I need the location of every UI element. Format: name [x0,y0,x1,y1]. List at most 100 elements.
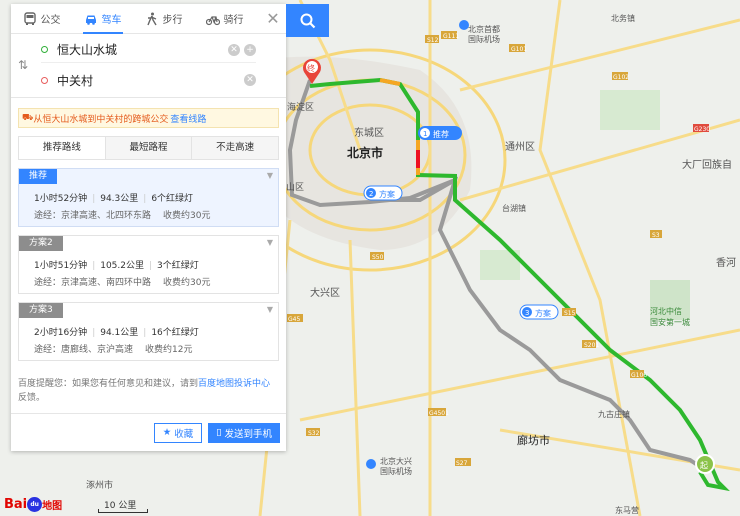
notice-text: 从恒大山水城到中关村的跨城公交 [33,114,169,125]
svg-text:推荐: 推荐 [433,129,449,139]
svg-text:起: 起 [700,461,708,470]
svg-text:2: 2 [369,190,373,198]
svg-text:国安第一城: 国安第一城 [650,317,690,327]
svg-text:大厂回族自: 大厂回族自 [682,158,732,171]
view-line-link[interactable]: 查看线路 [170,112,206,125]
baidu-map-logo[interactable]: Bai du 地图 [4,494,62,514]
svg-text:G111: G111 [443,33,459,40]
svg-text:河北中信: 河北中信 [650,306,682,316]
add-waypoint-icon[interactable]: + [244,43,256,56]
plan-time: 2小时16分钟 [34,328,88,338]
plan-via: 途经：唐廊线、京沪高速 收费约12元 [34,342,192,355]
svg-text:S27: S27 [456,460,468,467]
end-dot-icon [41,76,48,84]
route-results: ⛟ 从恒大山水城到中关村的跨城公交 查看线路 推荐路线 最短路程 不走高速 推荐… [11,98,286,413]
route-plan-3[interactable]: 方案3 ▼ 2小时16分钟 | 94.1公里 | 16个红绿灯 途经：唐廊线、京沪高速 收… [18,302,279,361]
svg-text:3: 3 [525,309,529,317]
svg-text:S15: S15 [564,310,576,317]
airport-icon [366,459,376,469]
svg-text:S32: S32 [308,430,320,437]
chevron-down-icon[interactable]: ▼ [267,171,273,180]
route-preference-tabs: 推荐路线 最短路程 不走高速 [18,136,279,160]
svg-text:S12: S12 [427,37,439,44]
bus-icon [23,11,36,25]
svg-text:海淀区: 海淀区 [287,101,314,113]
tab-no-highway[interactable]: 不走高速 [192,137,279,159]
route-panel: 公交 驾车 步行 骑行 ✕ ⇅ 恒大山水城 ✕ + 中关村 ✕ ⛟ 从恒大山水城… [11,4,286,451]
airport-icon [459,20,469,30]
walk-icon [146,12,157,25]
plan-distance: 105.2公里 [100,261,144,271]
plan-via: 途经：京津高速、北四环东路 收费约30元 [34,208,210,221]
route-label-plan2[interactable]: 2 方案 [363,185,403,201]
start-marker[interactable]: 起 [695,454,715,474]
svg-text:G101: G101 [511,46,527,53]
logo-text: Bai [4,496,28,512]
svg-text:国际机场: 国际机场 [380,466,412,476]
plan-lights: 16个红绿灯 [151,328,199,338]
svg-text:北京大兴: 北京大兴 [380,456,412,466]
map-scale: 10 公里 [98,498,148,513]
mode-bus-label: 公交 [40,15,61,26]
plan-via-text: 途经：京津高速、北四环东路 [34,211,152,221]
svg-text:G4501: G4501 [429,410,449,417]
plan-time: 1小时51分钟 [34,261,88,271]
tab-recommended[interactable]: 推荐路线 [19,137,106,159]
send-to-phone-button[interactable]: ▯ 发送到手机 [208,422,280,443]
svg-text:北务镇: 北务镇 [611,13,635,23]
start-input[interactable]: 恒大山水城 [57,41,224,58]
search-icon [300,13,315,28]
chevron-down-icon[interactable]: ▼ [267,305,273,314]
start-row[interactable]: 恒大山水城 ✕ + [41,37,256,63]
chevron-down-icon[interactable]: ▼ [267,238,273,247]
route-label-plan3[interactable]: 3 方案 [519,304,559,320]
send-label: 发送到手机 [224,428,272,440]
svg-text:东马营: 东马营 [615,505,639,515]
svg-text:G106: G106 [631,372,647,379]
route-inputs: ⇅ 恒大山水城 ✕ + 中关村 ✕ [11,34,286,98]
svg-text:台湖镇: 台湖镇 [502,203,526,213]
route-plan-1[interactable]: 推荐 ▼ 1小时52分钟 | 94.3公里 | 6个红绿灯 途经：京津高速、北四环东路 收… [18,168,279,227]
plan-toll: 收费约30元 [163,211,211,221]
plan-lights: 6个红绿灯 [151,194,194,204]
svg-text:S50: S50 [372,254,384,261]
plan-distance: 94.3公里 [100,194,139,204]
bike-icon [205,15,220,25]
svg-text:大兴区: 大兴区 [310,286,340,299]
plan-summary: 1小时52分钟 | 94.3公里 | 6个红绿灯 [34,194,194,204]
star-icon: ★ [162,427,172,438]
end-row[interactable]: 中关村 ✕ [41,67,256,93]
end-input[interactable]: 中关村 [57,72,240,89]
swap-icon[interactable]: ⇅ [18,58,32,72]
plan-tag: 方案2 [19,236,63,251]
plan-via-text: 途经：唐廊线、京沪高速 [34,345,134,355]
mode-bike[interactable]: 骑行 [194,4,255,34]
plan-lights: 3个红绿灯 [157,261,199,271]
route-label-recommend[interactable]: 1 推荐 [418,126,462,140]
mode-car-label: 驾车 [101,15,122,26]
svg-text:涿州市: 涿州市 [86,479,113,491]
search-button[interactable] [286,4,329,37]
start-dot-icon [41,46,48,53]
complaint-center-link[interactable]: 百度地图投诉中心 [198,379,270,389]
mode-car[interactable]: 驾车 [72,4,133,34]
close-button[interactable]: ✕ [264,10,282,28]
bus-small-icon: ⛟ [22,112,34,123]
scale-bar [98,509,148,513]
tip-text: 百度提醒您：如果您有任何意见和建议，请到 [18,379,199,389]
clear-start-icon[interactable]: ✕ [228,43,240,56]
svg-text:九古庄镇: 九古庄镇 [598,409,630,419]
clear-end-icon[interactable]: ✕ [244,74,256,86]
favorite-button[interactable]: ★ 收藏 [153,422,203,443]
tip-suffix: 反馈。 [18,393,46,403]
svg-text:东城区: 东城区 [354,126,384,139]
mode-walk[interactable]: 步行 [133,4,194,34]
plan-toll: 收费约12元 [145,345,193,355]
plan-via: 途经：京津高速、南四环中路 收费约30元 [34,275,210,288]
logo-du: du [27,496,43,512]
plan-tag: 推荐 [19,169,58,184]
plan-via-text: 途经：京津高速、南四环中路 [34,278,152,288]
tab-shortest[interactable]: 最短路程 [105,137,193,159]
route-plan-2[interactable]: 方案2 ▼ 1小时51分钟 | 105.2公里 | 3个红绿灯 途经：京津高速、南四环中… [18,235,279,294]
mode-bus[interactable]: 公交 [11,4,72,34]
